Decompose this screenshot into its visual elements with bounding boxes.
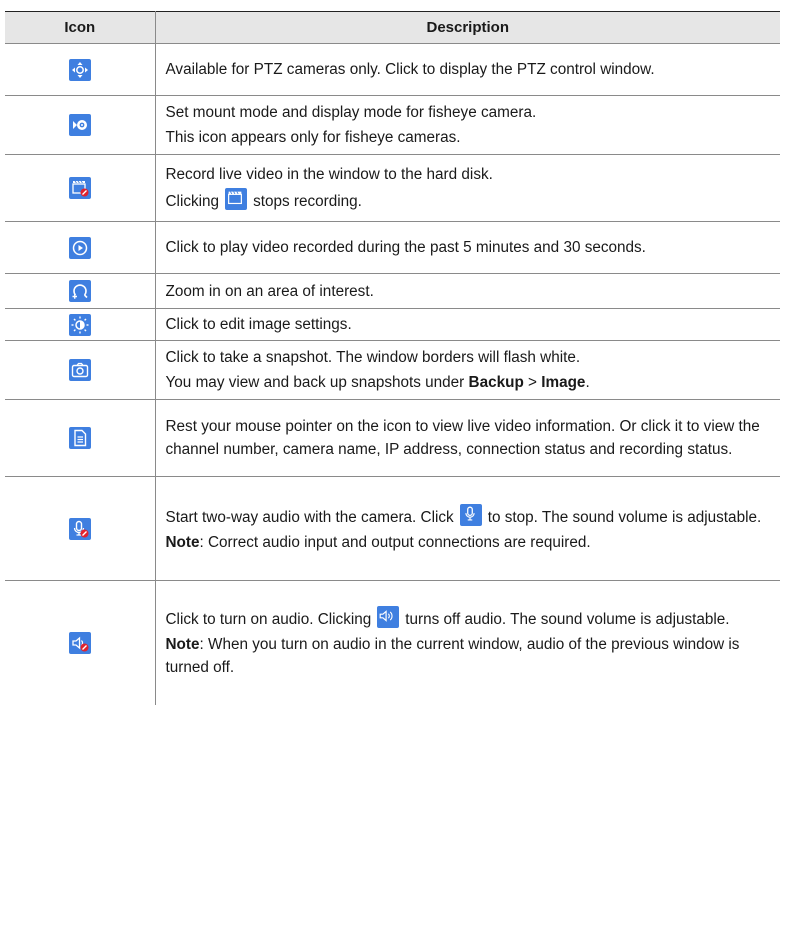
table-row: Zoom in on an area of interest. <box>5 273 780 309</box>
row-description: Zoom in on an area of interest. <box>155 273 780 309</box>
row-text: Clicking <box>165 193 220 210</box>
row-description: Available for PTZ cameras only. Click to… <box>155 43 780 96</box>
record-off-icon <box>68 177 91 199</box>
row-text: turns off audio. The sound volume is adj… <box>405 611 730 629</box>
table-header-row: Icon Description <box>5 11 780 44</box>
row-text: stops recording. <box>253 193 362 210</box>
table-row: Set mount mode and display mode for fish… <box>5 95 780 155</box>
menu-backup: Backup <box>468 374 524 391</box>
image-settings-icon <box>68 313 91 336</box>
note-text: : When you turn on audio in the current … <box>165 636 740 677</box>
row-text: . <box>585 374 590 391</box>
two-way-audio-off-icon <box>68 517 91 540</box>
table-row: Available for PTZ cameras only. Click to… <box>5 43 780 96</box>
row-text: You may view and back up snapshots under <box>165 374 469 391</box>
snapshot-icon <box>68 359 91 381</box>
table-row: Click to turn on audio. Clicking turns of… <box>5 580 780 705</box>
note-label: Note <box>165 533 200 551</box>
audio-off-icon <box>68 631 91 654</box>
row-description: Rest your mouse pointer on the icon to v… <box>155 399 780 477</box>
header-icon: Icon <box>5 11 156 44</box>
table-row: Start two-way audio with the camera. Cli… <box>5 476 780 581</box>
table-row: Click to take a snapshot. The window bor… <box>5 340 780 400</box>
row-text: Click to turn on audio. Clicking <box>165 611 372 629</box>
row-line: Click to take a snapshot. The window bor… <box>165 349 581 366</box>
instant-playback-icon <box>68 236 91 259</box>
table-row: Rest your mouse pointer on the icon to v… <box>5 399 780 477</box>
table-row: Record live video in the window to the h… <box>5 154 780 222</box>
row-line: Record live video in the window to the h… <box>165 166 493 183</box>
menu-image: Image <box>541 374 586 391</box>
row-line: This icon appears only for fisheye camer… <box>165 129 461 146</box>
row-description: Click to edit image settings. <box>155 308 780 341</box>
two-way-audio-on-icon <box>459 503 482 526</box>
ptz-icon <box>68 58 91 81</box>
note-label: Note <box>165 636 200 654</box>
record-on-icon <box>225 188 248 210</box>
table-row: Click to play video recorded during the … <box>5 221 780 274</box>
info-icon <box>68 427 91 449</box>
header-description: Description <box>155 11 780 44</box>
icon-description-table: Icon Description Available for PTZ camer… <box>5 11 780 705</box>
row-text: to stop. The sound volume is adjustable. <box>487 508 762 526</box>
zoom-icon <box>68 280 91 302</box>
row-text: Start two-way audio with the camera. Cli… <box>165 508 454 526</box>
audio-on-icon <box>377 606 400 629</box>
note-text: : Correct audio input and output connect… <box>199 533 591 551</box>
row-description: Click to play video recorded during the … <box>155 221 780 274</box>
fisheye-icon <box>68 114 91 136</box>
row-line: Set mount mode and display mode for fish… <box>165 104 537 121</box>
table-row: Click to edit image settings. <box>5 308 780 341</box>
row-text: > <box>523 374 542 391</box>
